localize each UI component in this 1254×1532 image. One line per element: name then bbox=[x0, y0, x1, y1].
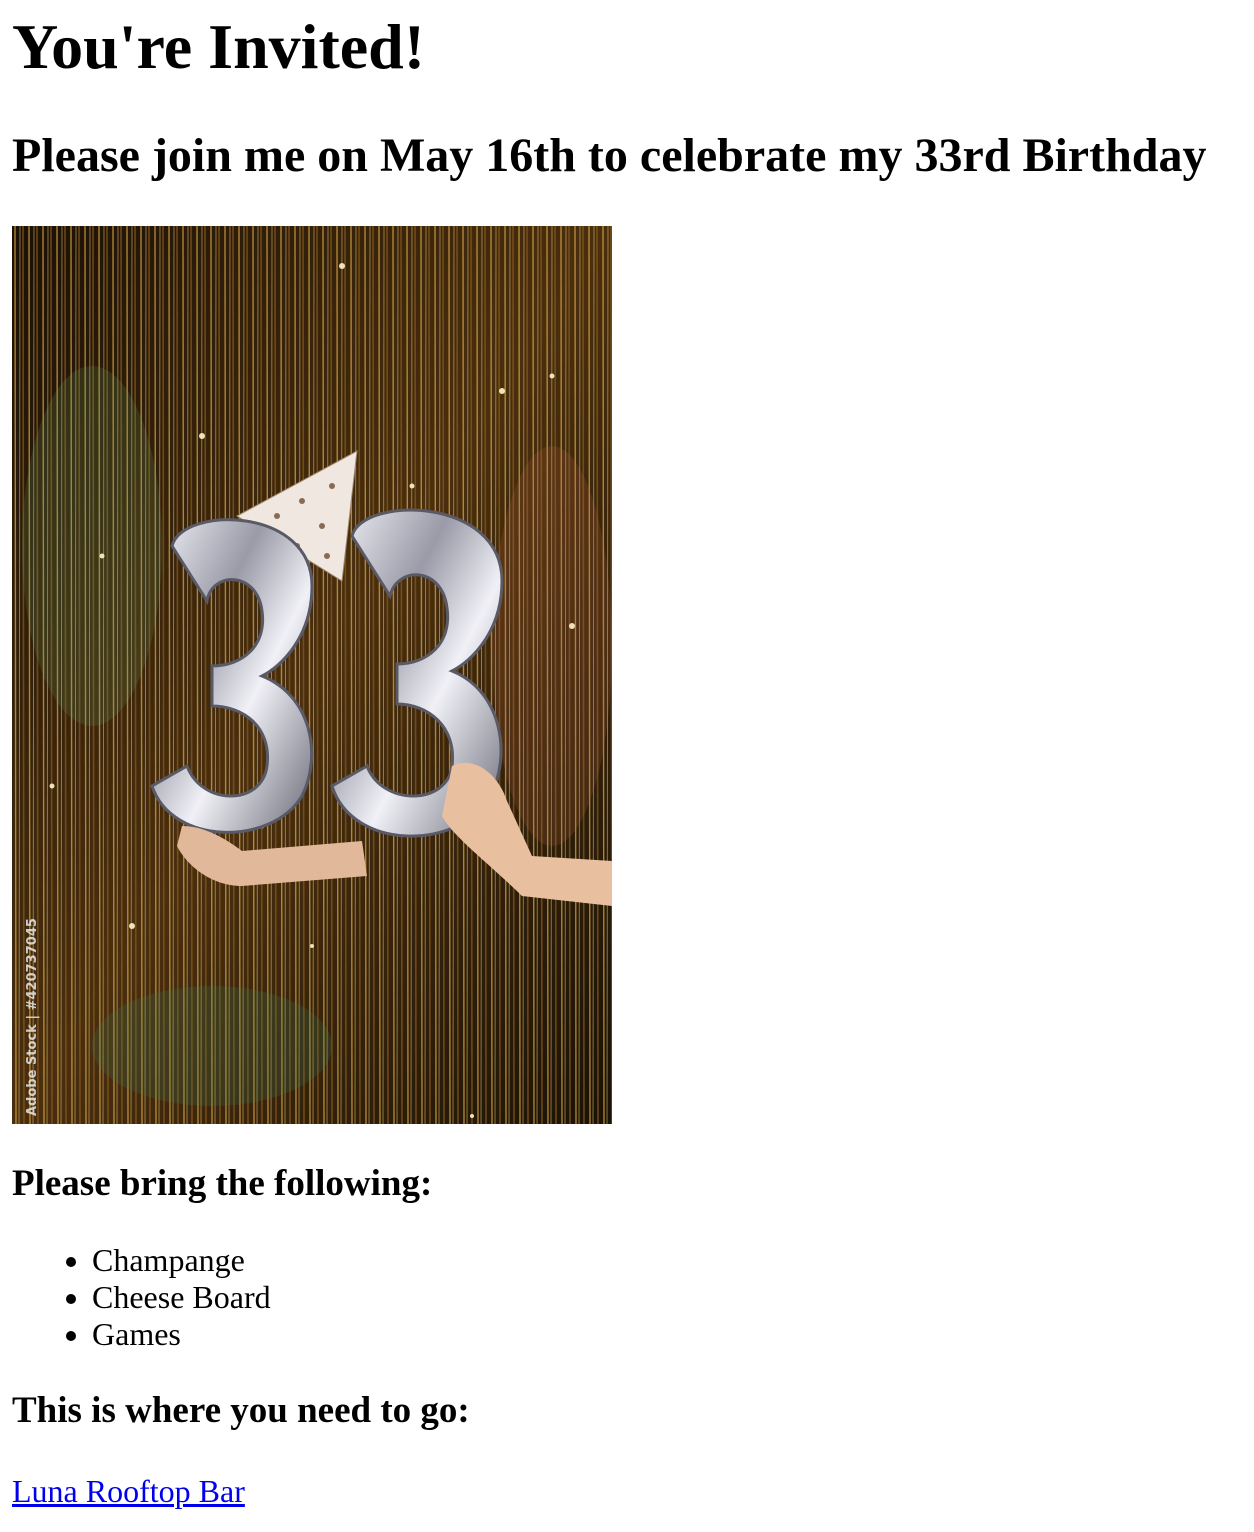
page-title: You're Invited! bbox=[12, 11, 426, 82]
birthday-photo: Adobe Stock | #420737045 bbox=[12, 226, 612, 1124]
list-item: Games bbox=[92, 1316, 1242, 1353]
location-row: Luna Rooftop Bar bbox=[12, 1473, 1242, 1510]
list-item: Champange bbox=[92, 1242, 1242, 1279]
bring-heading: Please bring the following: bbox=[12, 1163, 433, 1204]
list-item: Cheese Board bbox=[92, 1279, 1242, 1316]
venue-link[interactable]: Luna Rooftop Bar bbox=[12, 1473, 245, 1509]
bring-list: Champange Cheese Board Games bbox=[12, 1242, 1242, 1353]
photo-watermark: Adobe Stock | #420737045 bbox=[25, 918, 40, 1116]
location-heading: This is where you need to go: bbox=[12, 1390, 470, 1431]
page-subtitle: Please join me on May 16th to celebrate … bbox=[12, 129, 1207, 182]
